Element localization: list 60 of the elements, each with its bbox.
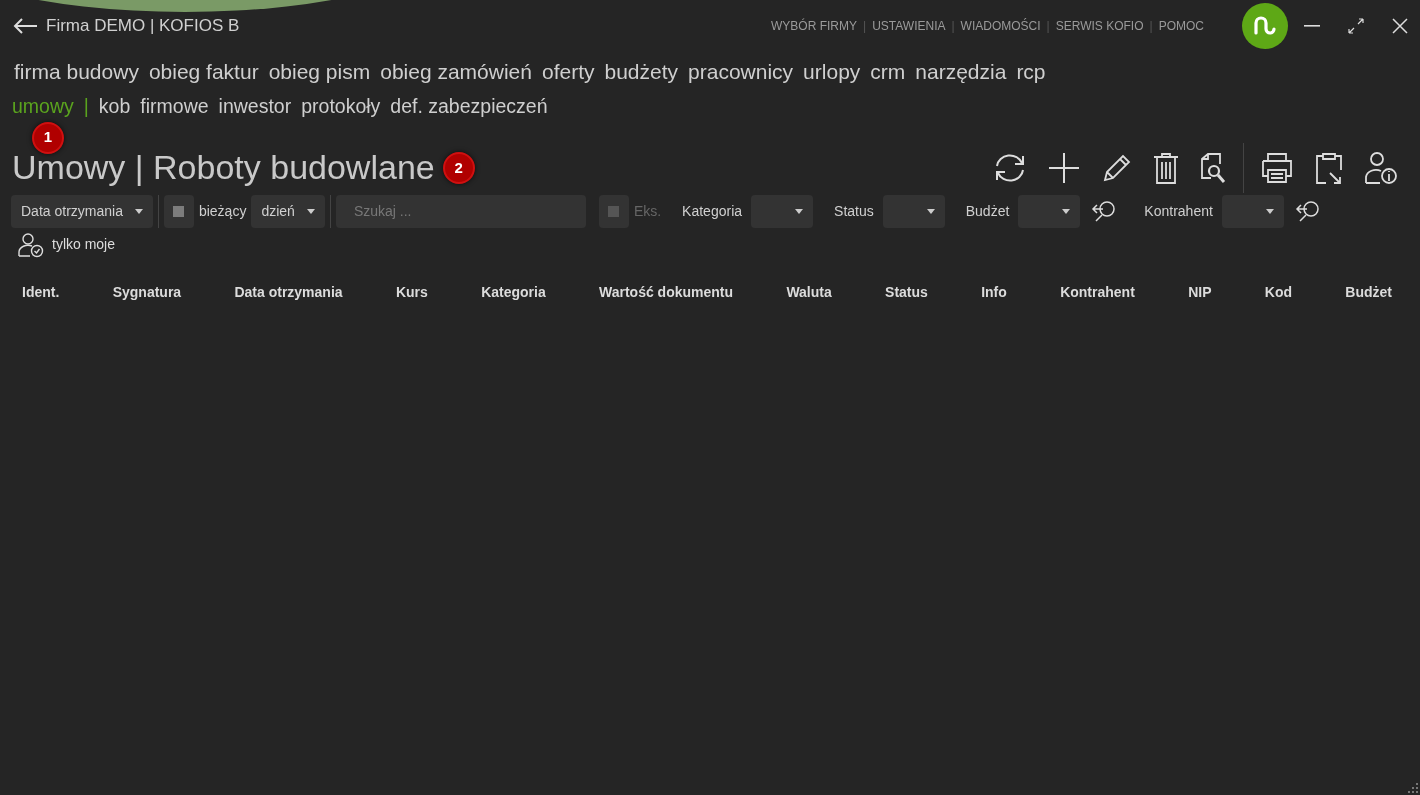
menu-item[interactable]: rcp [1016,56,1046,88]
menu-item[interactable]: budżety [604,56,679,88]
nav-link[interactable]: WIADOMOŚCI [960,17,1041,35]
menu-item[interactable]: def. zabezpieczeń [390,91,548,121]
marker-badge: 1 [32,121,64,154]
menu-item[interactable]: obieg faktur [148,56,259,88]
checkbox-label: bieżący [198,201,247,221]
link-separator: | [1149,18,1153,35]
menu-item[interactable]: obieg pism [268,56,371,88]
menu-item[interactable]: oferty [541,56,595,88]
menu-item[interactable]: firmowe [140,91,209,121]
menu-separator: | [83,93,89,119]
menu-item[interactable]: inwestor [218,91,292,121]
column-header[interactable]: Kategoria [481,281,546,303]
marker-badge: 2 [442,151,475,184]
filter-label: Status [834,201,874,221]
menu-item[interactable]: urlopy [803,56,861,88]
column-header[interactable]: NIP [1188,281,1212,303]
column-header[interactable]: Ident. [22,281,60,303]
filter-label: Budżet [965,201,1010,221]
column-header[interactable]: Status [885,281,928,303]
user-check-icon[interactable] [18,231,44,258]
filter-label: tylko moje [52,235,116,255]
nav-link[interactable]: SERWIS KOFIO [1055,17,1144,35]
menu-item[interactable]: pracownicy [688,56,794,88]
link-separator: | [863,18,867,35]
column-header[interactable]: Kod [1264,281,1292,303]
window-title: Firma DEMO | KOFIOS B [46,15,240,38]
back-arrow-icon[interactable] [12,17,38,35]
column-header[interactable]: Sygnatura [112,281,182,303]
column-header[interactable]: Budżet [1345,281,1392,303]
menu-item[interactable]: crm [870,56,906,88]
link-separator: | [1046,18,1050,35]
column-header[interactable]: Data otrzymania [234,281,343,303]
column-header[interactable]: Waluta [786,281,832,303]
nav-link[interactable]: POMOC [1158,17,1204,35]
dropdown[interactable]: Data otrzymania [11,194,153,228]
maximize-icon[interactable] [1348,18,1364,34]
column-header[interactable]: Kontrahent [1060,281,1135,303]
column-header[interactable]: Wartość dokumentu [599,281,734,303]
checkbox-label: Eks. [633,201,662,221]
menu-item[interactable]: kob [98,91,131,121]
menu-item[interactable]: umowy [12,91,74,121]
search-field[interactable]: Szukaj ... [335,194,586,228]
menu-item[interactable]: firma budowy [14,56,139,88]
menu-item[interactable]: protokoły [301,91,381,121]
nav-link[interactable]: WYBÓR FIRMY [771,17,857,35]
close-icon[interactable] [1392,18,1408,34]
nav-link[interactable]: USTAWIENIA [872,17,946,35]
menu-item[interactable]: obieg zamówień [380,56,532,88]
filter-label: Kontrahent [1144,201,1213,221]
link-separator: | [951,18,955,35]
menu-item[interactable]: narzędzia [915,56,1007,88]
checkbox[interactable] [163,194,194,228]
logo-icon[interactable] [1242,3,1288,49]
column-header[interactable]: Info [981,281,1007,303]
dropdown[interactable]: dzień [251,194,325,228]
resize-grip-icon[interactable] [1408,783,1418,793]
column-header[interactable]: Kurs [395,281,428,303]
filter-label: Kategoria [682,201,743,221]
